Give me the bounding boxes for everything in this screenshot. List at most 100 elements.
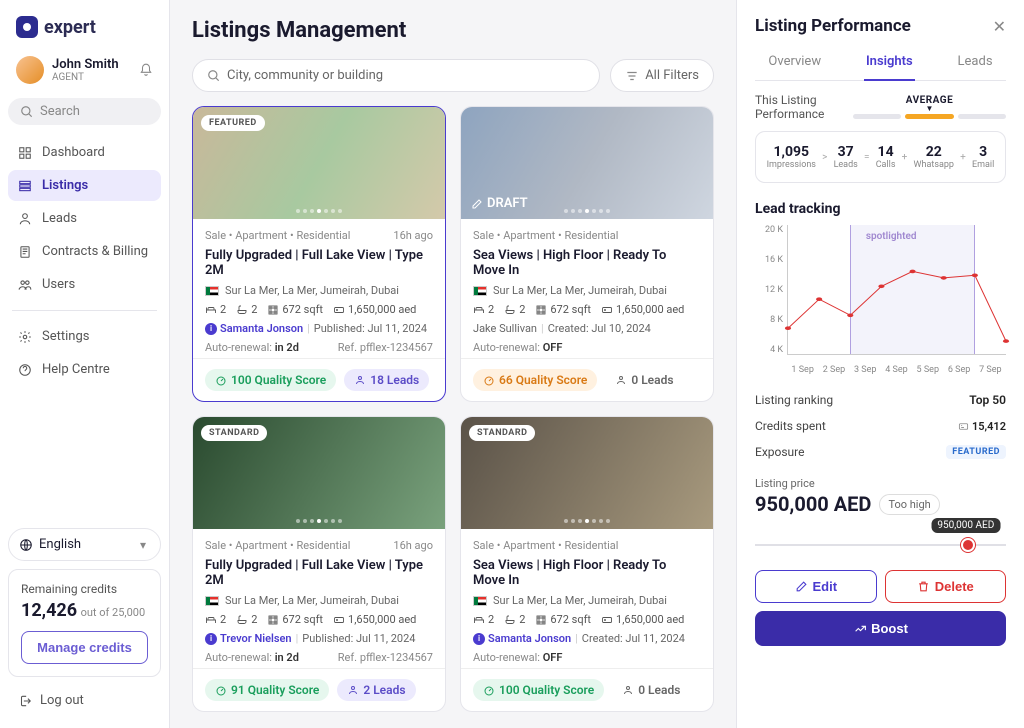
location: Sur La Mer, La Mer, Jumeirah, Dubai — [225, 594, 399, 607]
perf-meter: AVERAGE ▼ — [853, 95, 1006, 119]
auto-renewal: OFF — [543, 651, 563, 664]
spec-area: 672 sqft — [535, 303, 591, 316]
perf-label: This Listing Performance — [755, 93, 845, 121]
lead-tracking-chart: 20 K16 K12 K8 K4 K spotlighted 1 Sep2 Se… — [755, 225, 1006, 375]
quality-chip: 91 Quality Score — [205, 679, 329, 701]
listing-card[interactable]: STANDARD Sale • Apartment • Residential1… — [192, 416, 446, 712]
bath-icon — [504, 304, 516, 316]
agent-icon: i — [473, 633, 485, 645]
tab-overview[interactable]: Overview — [766, 48, 823, 80]
language-select[interactable]: English ▾ — [8, 528, 161, 561]
nav-dashboard[interactable]: Dashboard — [8, 137, 161, 168]
price-value: 950,000 AED — [755, 492, 871, 516]
filter-icon — [625, 69, 639, 83]
published-date: Published: Jul 11, 2024 — [314, 322, 427, 335]
exposure-badge: FEATURED — [946, 445, 1006, 459]
logout-button[interactable]: Log out — [8, 685, 161, 716]
listing-search[interactable]: City, community or building — [192, 59, 600, 92]
performance-panel: Listing Performance ✕ Overview Insights … — [736, 0, 1024, 728]
bed-icon — [205, 614, 217, 626]
location: Sur La Mer, La Mer, Jumeirah, Dubai — [493, 284, 667, 297]
agent-name[interactable]: iSamanta Jonson — [205, 322, 303, 335]
categories: Sale • Apartment • Residential — [473, 539, 618, 552]
tag-icon — [601, 614, 613, 626]
manage-credits-button[interactable]: Manage credits — [21, 631, 148, 664]
published-date: Published: Jul 11, 2024 — [302, 632, 415, 645]
area-icon — [535, 304, 547, 316]
credits-label: Remaining credits — [21, 582, 148, 596]
nav-users[interactable]: Users — [8, 269, 161, 300]
gear-icon — [18, 330, 32, 344]
tab-insights[interactable]: Insights — [864, 48, 915, 81]
users-icon — [18, 278, 32, 292]
listing-card[interactable]: DRAFT Sale • Apartment • Residential Sea… — [460, 106, 714, 402]
boost-button[interactable]: Boost — [755, 611, 1006, 646]
agent-name[interactable]: iSamanta Jonson — [473, 632, 571, 645]
search-icon — [20, 105, 34, 119]
spec-price: 1,650,000 aed — [601, 613, 684, 626]
stats-row: 1,095Impressions > 37Leads = 14Calls + 2… — [755, 131, 1006, 183]
nav-listings[interactable]: Listings — [8, 170, 161, 201]
spec-price: 1,650,000 aed — [601, 303, 684, 316]
page-title: Listings Management — [192, 18, 714, 43]
flag-icon — [205, 596, 219, 606]
price-slider[interactable]: 950,000 AED — [755, 526, 1006, 556]
listing-image[interactable]: FEATURED — [193, 107, 445, 219]
edit-icon — [471, 198, 483, 210]
location: Sur La Mer, La Mer, Jumeirah, Dubai — [493, 594, 667, 607]
listing-age: 16h ago — [393, 539, 433, 552]
user-role: AGENT — [52, 72, 119, 83]
bath-icon — [236, 614, 248, 626]
listing-title: Fully Upgraded | Full Lake View | Type 2… — [205, 248, 433, 278]
listing-image[interactable]: STANDARD — [461, 417, 713, 529]
edit-button[interactable]: Edit — [755, 570, 877, 603]
brand-logo: expert — [8, 12, 161, 50]
listing-badge: FEATURED — [201, 115, 265, 131]
spec-baths: 2 — [504, 613, 525, 626]
flag-icon — [473, 286, 487, 296]
nav-help[interactable]: Help Centre — [8, 354, 161, 385]
slider-handle[interactable] — [961, 538, 975, 552]
gauge-icon — [483, 684, 495, 696]
categories: Sale • Apartment • Residential — [205, 229, 350, 242]
quality-chip: 100 Quality Score — [205, 369, 336, 391]
listing-badge: STANDARD — [201, 425, 267, 441]
listings-icon — [18, 179, 32, 193]
leads-icon — [18, 212, 32, 226]
all-filters-button[interactable]: All Filters — [610, 59, 714, 92]
area-icon — [535, 614, 547, 626]
published-date: Created: Jul 11, 2024 — [582, 632, 685, 645]
area-icon — [267, 304, 279, 316]
person-icon — [354, 374, 366, 386]
tag-icon — [601, 304, 613, 316]
listing-card[interactable]: FEATURED Sale • Apartment • Residential 1… — [192, 106, 446, 402]
bell-icon[interactable] — [139, 63, 153, 77]
agent-name: Jake Sullivan — [473, 322, 537, 335]
auto-renewal: OFF — [543, 341, 563, 354]
tab-leads[interactable]: Leads — [956, 48, 995, 80]
sidebar: expert John Smith AGENT Search Dashboard — [0, 0, 170, 728]
spec-beds: 2 — [473, 303, 494, 316]
user-profile[interactable]: John Smith AGENT — [8, 50, 161, 90]
nav-settings[interactable]: Settings — [8, 321, 161, 352]
listing-image[interactable]: DRAFT — [461, 107, 713, 219]
area-icon — [267, 614, 279, 626]
search-placeholder: Search — [40, 104, 80, 119]
nav-contracts[interactable]: Contracts & Billing — [8, 236, 161, 267]
flag-icon — [473, 596, 487, 606]
listing-title: Sea Views | High Floor | Ready To Move I… — [473, 248, 701, 278]
person-icon — [615, 374, 627, 386]
listing-title: Sea Views | High Floor | Ready To Move I… — [473, 558, 701, 588]
delete-button[interactable]: Delete — [885, 570, 1007, 603]
agent-name[interactable]: iTrevor Nielsen — [205, 632, 292, 645]
brand-icon — [16, 16, 38, 38]
bath-icon — [236, 304, 248, 316]
nav-leads[interactable]: Leads — [8, 203, 161, 234]
listing-card[interactable]: STANDARD Sale • Apartment • Residential … — [460, 416, 714, 712]
chevron-down-icon: ▾ — [136, 538, 150, 552]
spec-area: 672 sqft — [267, 303, 323, 316]
ref-number: Ref. pfflex-1234567 — [338, 651, 433, 664]
listing-image[interactable]: STANDARD — [193, 417, 445, 529]
sidebar-search[interactable]: Search — [8, 98, 161, 125]
close-icon[interactable]: ✕ — [993, 17, 1006, 36]
